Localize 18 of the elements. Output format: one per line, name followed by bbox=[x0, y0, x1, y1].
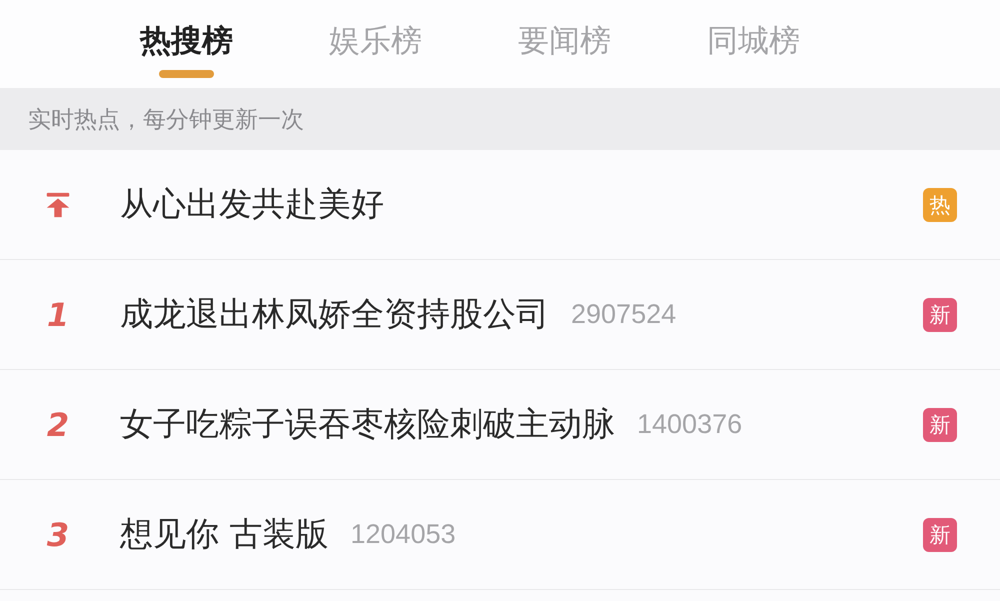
topic-title[interactable]: 从心出发共赴美好 bbox=[120, 182, 384, 227]
status-badge: 新 bbox=[923, 408, 957, 442]
search-count: 1204053 bbox=[350, 519, 456, 550]
status-badge: 新 bbox=[923, 518, 957, 552]
tab[interactable]: 热搜榜 bbox=[140, 20, 233, 62]
status-badge: 新 bbox=[923, 298, 957, 332]
topic-title[interactable]: 女子吃粽子误吞枣核险刺破主动脉 bbox=[120, 402, 615, 447]
pin-top-icon bbox=[44, 190, 72, 218]
rank-number: 3 bbox=[46, 516, 70, 554]
tab-indicator bbox=[159, 70, 214, 78]
notice-text: 实时热点，每分钟更新一次 bbox=[28, 106, 304, 134]
rank-number: 2 bbox=[46, 406, 70, 444]
topic-title[interactable]: 想见你 古装版 bbox=[120, 512, 328, 557]
topic-title[interactable]: 成龙退出林凤娇全资持股公司 bbox=[120, 292, 549, 337]
search-count: 1400376 bbox=[637, 409, 742, 440]
search-count: 2907524 bbox=[571, 299, 676, 330]
status-badge: 热 bbox=[923, 188, 957, 222]
rank-number: 1 bbox=[46, 296, 70, 334]
